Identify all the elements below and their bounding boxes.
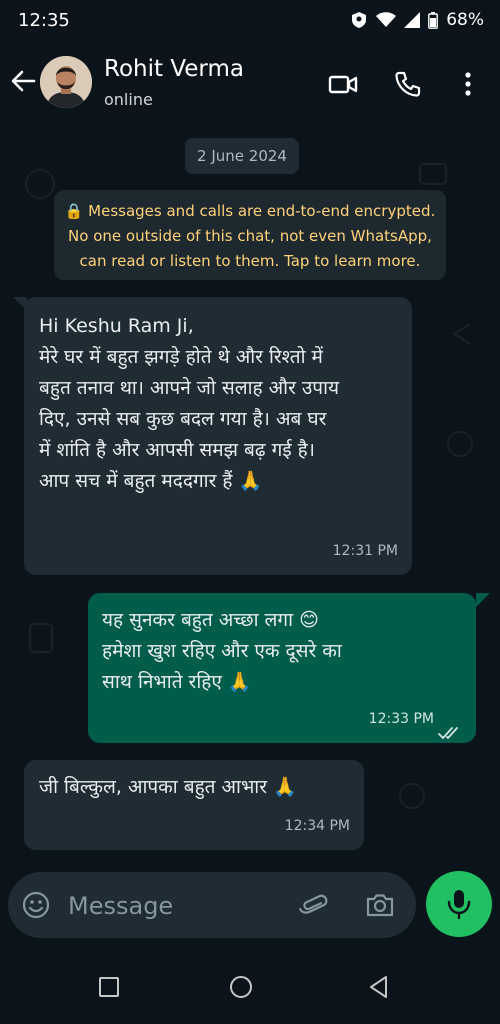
shield-icon [350,11,368,29]
message-text: आप सच में बहुत मददगार हैं 🙏 [39,470,263,492]
message-text: साथ निभाते रहिए 🙏 [102,671,252,693]
contact-name[interactable]: Rohit Verma [104,56,244,82]
double-check-icon [438,719,462,739]
message-composer [8,872,416,938]
incoming-message[interactable]: Hi Keshu Ram Ji, मेरे घर में बहुत झगड़े … [24,297,412,575]
date-chip: 2 June 2024 [185,138,299,174]
more-options-icon[interactable] [452,68,484,100]
voice-call-icon[interactable] [392,68,424,100]
chat-header: Rohit Verma online [0,42,500,124]
encryption-line: 🔒 Messages and calls are end-to-end encr… [64,202,436,220]
message-text: मेरे घर में बहुत झगड़े होते थे और रिश्तो… [39,346,323,368]
message-text: में शांति है और आपसी समझ बढ़ गई है। [39,439,315,461]
signal-icon [404,12,421,28]
navigation-bar [0,950,500,1024]
mic-icon [447,890,471,920]
incoming-message[interactable]: जी बिल्कुल, आपका बहुत आभार 🙏 12:34 PM [24,760,364,850]
status-bar: 12:35 68% [0,0,500,42]
outgoing-message[interactable]: यह सुनकर बहुत अच्छा लगा 😊 हमेशा खुश रहिए… [88,593,476,743]
message-time: 12:33 PM [368,711,434,727]
attach-icon[interactable] [298,889,330,921]
emoji-icon[interactable] [20,889,52,921]
encryption-notice[interactable]: 🔒 Messages and calls are end-to-end encr… [54,190,446,280]
status-time: 12:35 [18,10,70,31]
contact-status: online [104,90,153,109]
message-input[interactable] [66,885,290,927]
battery-percent: 68% [446,10,484,30]
recents-square-icon[interactable] [96,974,122,1000]
back-arrow-icon[interactable] [8,66,38,96]
message-text: दिए, उनसे सब कुछ बदल गया है। अब घर [39,408,327,430]
camera-icon[interactable] [364,889,396,921]
battery-icon [428,11,439,29]
message-time: 12:31 PM [332,543,398,559]
avatar[interactable] [40,56,92,108]
chat-area[interactable]: 2 June 2024 🔒 Messages and calls are end… [0,124,500,864]
wifi-icon [376,12,397,28]
status-icons: 68% [350,10,484,30]
video-call-icon[interactable] [327,68,359,100]
encryption-line: No one outside of this chat, not even Wh… [68,227,432,245]
home-circle-icon[interactable] [228,974,254,1000]
message-text: हमेशा खुश रहिए और एक दूसरे का [102,640,342,662]
mic-button[interactable] [426,871,492,937]
message-text: जी बिल्कुल, आपका बहुत आभार 🙏 [39,776,297,798]
encryption-line: can read or listen to them. Tap to learn… [79,252,421,270]
message-text: Hi Keshu Ram Ji, [39,315,194,337]
message-text: यह सुनकर बहुत अच्छा लगा 😊 [102,609,319,631]
bubble-tail [476,593,490,607]
back-triangle-icon[interactable] [366,974,392,1000]
message-time: 12:34 PM [284,818,350,834]
message-text: बहुत तनाव था। आपने जो सलाह और उपाय [39,377,340,399]
